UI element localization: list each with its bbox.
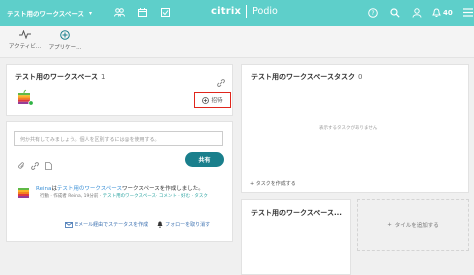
menu-icon[interactable] <box>462 6 474 19</box>
workspace-title: テスト用のワークスペース <box>7 10 85 18</box>
citrix-podio-logo[interactable]: citrix Podio <box>211 5 278 18</box>
add-app-tab-label: アプリケー... <box>48 45 82 51</box>
activity-meta: 行動 · 作成者 Reina, 19分前 · テスト用のワークスペース· コメン… <box>40 193 208 199</box>
no-tasks-message: 表示するタスクがありません <box>319 126 378 131</box>
add-circle-icon <box>202 96 210 104</box>
invite-button[interactable]: 招待 <box>194 92 231 108</box>
unfollow-label: フォローを取り消す <box>165 222 211 228</box>
top-navigation-bar: テスト用のワークスペース ▾ citrix Podio ? 40 <box>0 0 474 26</box>
activity-entry-text: Reinaはテスト用のワークスペースワークスペースを作成しました。 <box>36 184 204 192</box>
calendar-icon[interactable] <box>136 6 149 19</box>
plus-icon: + <box>387 222 392 228</box>
user-icon[interactable] <box>410 6 423 19</box>
help-icon[interactable]: ? <box>366 6 379 19</box>
add-tile-label: タイルを追加する <box>394 223 439 229</box>
activity-avatar[interactable] <box>17 184 31 203</box>
attach-document-icon[interactable] <box>45 155 52 174</box>
activity-icon <box>19 30 31 39</box>
workspace-info-card: テスト用のワークスペース 1 <box>6 64 233 116</box>
activity-workspace-link[interactable]: テスト用のワークスペース <box>57 186 122 192</box>
search-icon[interactable] <box>388 6 401 19</box>
app-card-title[interactable]: テスト用のワークスペース... <box>251 208 342 218</box>
add-circle-icon <box>60 30 70 40</box>
link-icon[interactable] <box>217 72 225 91</box>
attach-link-icon[interactable] <box>31 155 39 174</box>
brand-podio: Podio <box>252 6 278 17</box>
add-tile-button[interactable]: + タイルを追加する <box>357 199 469 251</box>
invite-label: 招待 <box>211 98 223 104</box>
workspace-app-bar: アクティビ... アプリケー... <box>0 26 474 58</box>
brand-citrix: citrix <box>211 6 242 17</box>
notification-count: 40 <box>443 8 453 17</box>
workspace-card-title: テスト用のワークスペース 1 <box>15 72 105 82</box>
tasks-card-title-text: テスト用のワークスペースタスク <box>251 73 355 81</box>
notifications-button[interactable]: 40 <box>432 7 453 18</box>
activity-footer-links: Eメール経由でステータスを作成 フォローを取り消す <box>65 221 210 228</box>
bell-icon <box>432 7 441 17</box>
svg-text:?: ? <box>371 10 374 17</box>
activity-text-2: ワークスペースを作成しました。 <box>122 186 204 192</box>
activity-meta-prefix: 行動 · 作成者 Reina, 19分前 · <box>40 194 103 199</box>
tasks-icon[interactable] <box>159 6 172 19</box>
bell-icon <box>157 221 163 228</box>
workspace-switcher[interactable]: テスト用のワークスペース ▾ <box>7 8 93 19</box>
add-app-tab[interactable]: アプリケー... <box>48 30 82 51</box>
email-status-link[interactable]: Eメール経由でステータスを作成 <box>65 221 148 228</box>
share-status-input[interactable]: 何か共有してみましょう。個人を区別するには@を使用する。 <box>14 131 223 146</box>
email-icon <box>65 221 73 228</box>
create-task-link[interactable]: + タスクを作成する <box>250 180 296 187</box>
attach-file-icon[interactable] <box>18 155 25 174</box>
tasks-count: 0 <box>357 73 363 81</box>
email-status-label: Eメール経由でステータスを作成 <box>75 222 149 228</box>
activity-meta-actions[interactable]: · コメント · 好む · タスク <box>156 194 208 199</box>
activity-tab-label: アクティビ... <box>8 44 42 50</box>
share-button[interactable]: 共有 <box>185 152 224 167</box>
members-icon[interactable] <box>113 6 126 19</box>
member-count: 1 <box>100 73 106 81</box>
tasks-card-title: テスト用のワークスペースタスク 0 <box>251 72 362 82</box>
app-card: テスト用のワークスペース... <box>241 199 351 275</box>
brand-separator <box>246 5 248 18</box>
activity-tab[interactable]: アクティビ... <box>8 30 42 50</box>
chevron-down-icon: ▾ <box>89 9 93 17</box>
unfollow-link[interactable]: フォローを取り消す <box>157 221 210 228</box>
member-avatar[interactable] <box>17 89 34 106</box>
attachment-toolbar <box>18 155 52 174</box>
workspace-card-title-text: テスト用のワークスペース <box>15 73 98 81</box>
activity-user-link[interactable]: Reina <box>36 186 51 192</box>
activity-meta-workspace-link[interactable]: テスト用のワークスペース <box>103 194 156 199</box>
